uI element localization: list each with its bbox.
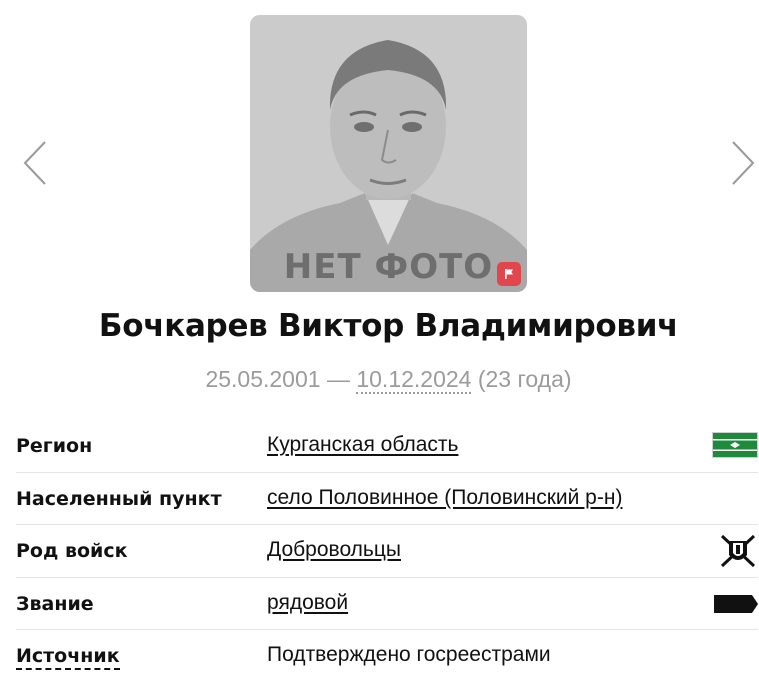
death-date[interactable]: 10.12.2024 [356,366,472,394]
birth-date: 25.05.2001 [205,366,321,392]
settlement-link[interactable]: село Половинное (Половинский р-н) [267,486,622,510]
region-flag-icon [712,432,758,458]
age: (23 года) [471,366,572,392]
info-row-source: Источник Подтверждено госреестрами [16,630,758,683]
life-dates: 25.05.2001 — 10.12.2024 (23 года) [0,366,759,394]
no-photo-caption: НЕТ ФОТО [283,247,494,287]
rank-link[interactable]: рядовой [267,591,348,615]
info-table: Регион Курганская область Населенный пун… [16,420,758,683]
region-link[interactable]: Курганская область [267,433,458,457]
next-arrow-button[interactable] [728,138,758,188]
rank-label: Звание [16,592,94,615]
volunteers-emblem-icon [720,534,756,568]
flag-icon [505,269,513,279]
source-label[interactable]: Источник [16,645,120,670]
date-separator: — [320,366,357,392]
info-row-branch: Род войск Добровольцы [16,525,758,578]
info-row-region: Регион Курганская область [16,420,758,473]
branch-link[interactable]: Добровольцы [267,538,401,562]
source-value: Подтверждено госреестрами [267,643,551,666]
region-label: Регион [16,435,93,457]
info-row-rank: Звание рядовой [16,578,758,630]
no-photo-placeholder: НЕТ ФОТО [250,15,527,292]
settlement-label: Населенный пункт [16,487,222,510]
branch-label: Род войск [16,540,128,562]
chevron-left-icon [23,141,46,185]
chevron-right-icon [732,141,755,185]
info-row-settlement: Населенный пункт село Половинное (Полови… [16,473,758,525]
shoulder-strap-icon [714,594,758,613]
prev-arrow-button[interactable] [20,138,50,188]
report-flag-button[interactable] [497,262,521,286]
person-name: Бочкарев Виктор Владимирович [98,308,679,344]
